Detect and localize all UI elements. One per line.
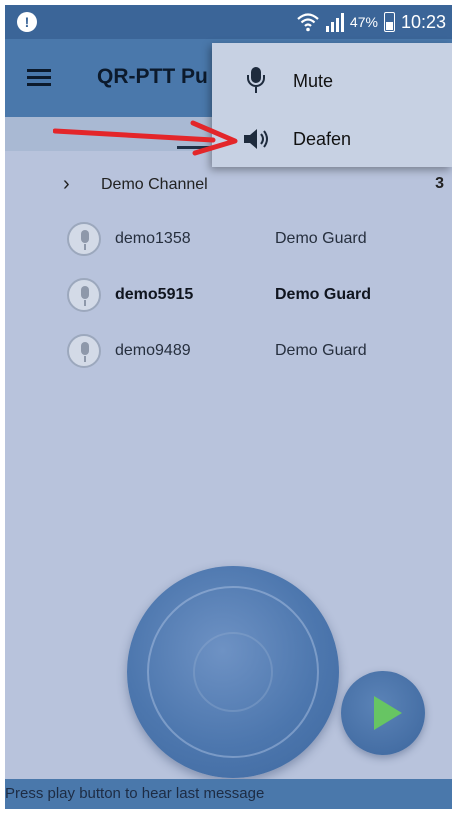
hint-text: Press play button to hear last message bbox=[5, 779, 452, 809]
user-name: demo5915 bbox=[115, 286, 194, 303]
chevron-right-icon: › bbox=[63, 173, 70, 195]
channel-user-count: 3 bbox=[435, 175, 444, 192]
user-name: demo9489 bbox=[115, 342, 191, 359]
battery-percent: 47% bbox=[349, 14, 378, 30]
status-bar: ! 47% 10:23 bbox=[5, 5, 452, 39]
menu-item-label: Mute bbox=[293, 71, 334, 91]
user-role: Demo Guard bbox=[275, 342, 367, 359]
status-right: 47% 10:23 bbox=[296, 5, 446, 39]
push-to-talk-button[interactable] bbox=[127, 566, 339, 778]
user-row[interactable]: demo5915 Demo Guard bbox=[5, 274, 452, 320]
user-row[interactable]: demo9489 Demo Guard bbox=[5, 330, 452, 376]
play-icon bbox=[374, 696, 402, 730]
user-name: demo1358 bbox=[115, 230, 191, 247]
user-row[interactable]: demo1358 Demo Guard bbox=[5, 218, 452, 264]
user-role: Demo Guard bbox=[275, 230, 367, 247]
menu-item-label: Deafen bbox=[293, 129, 352, 149]
app-title: QR-PTT Pu bbox=[97, 65, 208, 88]
app-screen: ! 47% 10:23 QR-PTT Pu › Demo Channel 3 d… bbox=[5, 5, 452, 809]
menu-icon[interactable] bbox=[27, 69, 51, 87]
microphone-icon bbox=[246, 67, 266, 93]
user-mic-icon bbox=[67, 278, 101, 312]
menu-item-mute[interactable]: Mute bbox=[212, 51, 452, 109]
overflow-menu: Mute Deafen bbox=[212, 43, 452, 167]
battery-icon bbox=[383, 12, 395, 32]
user-mic-icon bbox=[67, 334, 101, 368]
play-last-message-button[interactable] bbox=[341, 671, 425, 755]
alert-icon: ! bbox=[17, 12, 37, 32]
signal-icon bbox=[325, 12, 344, 32]
red-arrow-annotation bbox=[53, 120, 238, 156]
channel-row[interactable]: › Demo Channel 3 bbox=[5, 165, 452, 205]
user-mic-icon bbox=[67, 222, 101, 256]
speaker-icon bbox=[244, 129, 268, 149]
ptt-inner-ring bbox=[193, 632, 273, 712]
menu-item-deafen[interactable]: Deafen bbox=[212, 109, 452, 167]
channel-name: Demo Channel bbox=[101, 176, 208, 193]
user-role: Demo Guard bbox=[275, 286, 372, 303]
wifi-icon bbox=[297, 13, 319, 32]
clock: 10:23 bbox=[400, 11, 446, 32]
